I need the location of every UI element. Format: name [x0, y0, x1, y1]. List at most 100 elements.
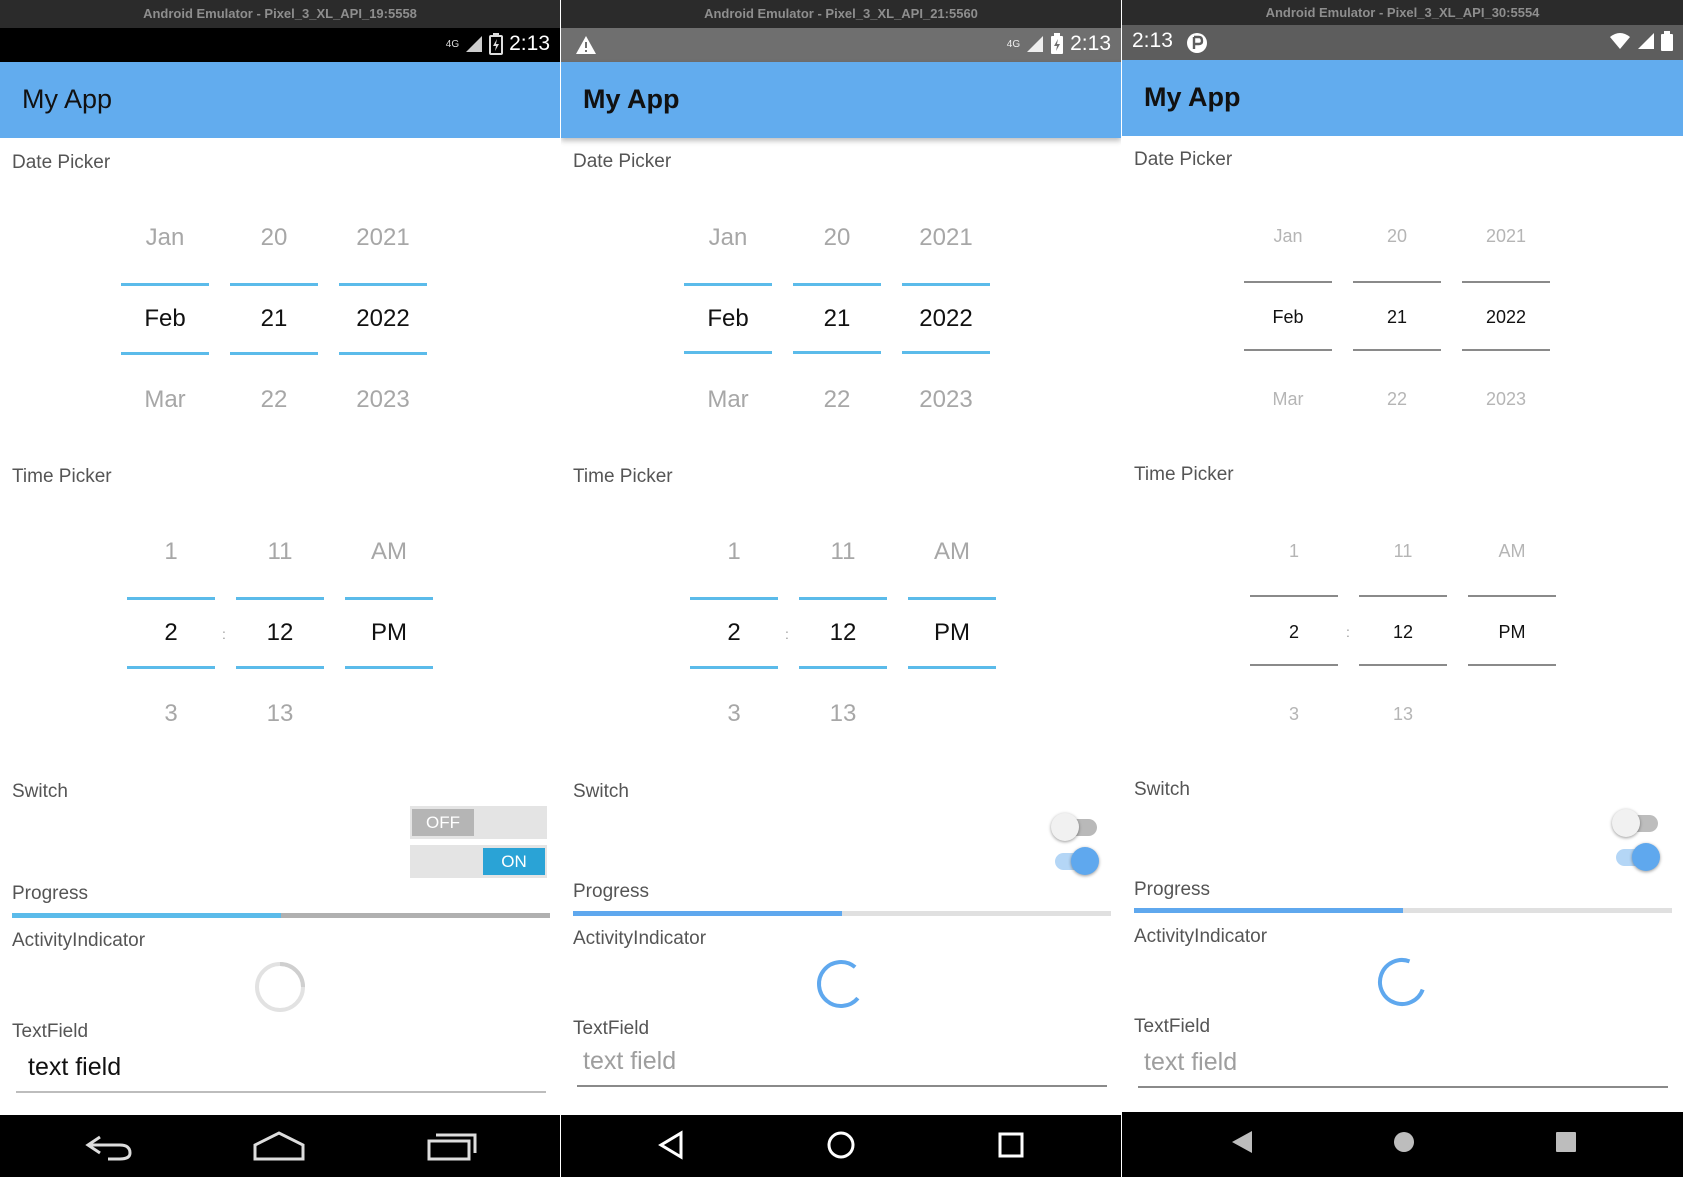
picker-divider	[1359, 664, 1447, 666]
picker-divider	[793, 351, 881, 354]
day-next[interactable]: 22	[793, 386, 881, 414]
picker-divider	[1468, 664, 1556, 666]
minute-prev[interactable]: 11	[1359, 541, 1447, 562]
minute-prev[interactable]: 11	[799, 538, 887, 566]
year-next[interactable]: 2023	[339, 386, 427, 414]
picker-divider	[902, 283, 990, 286]
hour-prev[interactable]: 1	[1250, 541, 1338, 562]
hour-next[interactable]: 3	[127, 700, 215, 728]
switch-on[interactable]	[1051, 846, 1099, 876]
minute-selected[interactable]: 12	[236, 619, 324, 647]
home-icon[interactable]	[823, 1127, 859, 1163]
day-next[interactable]: 22	[230, 386, 318, 414]
ampm-prev[interactable]: AM	[908, 538, 996, 566]
minute-next[interactable]: 13	[799, 700, 887, 728]
progress-label: Progress	[573, 881, 650, 902]
minute-selected[interactable]: 12	[799, 619, 887, 647]
date-picker-label: Date Picker	[1134, 149, 1233, 170]
day-selected[interactable]: 21	[793, 305, 881, 333]
status-time: 2:13	[509, 32, 550, 55]
recents-icon[interactable]	[426, 1127, 478, 1163]
hour-selected[interactable]: 2	[127, 619, 215, 647]
text-field-underline	[1138, 1086, 1668, 1088]
picker-divider	[339, 352, 427, 355]
month-selected[interactable]: Feb	[684, 305, 772, 333]
year-next[interactable]: 2023	[902, 386, 990, 414]
back-icon[interactable]	[653, 1127, 689, 1163]
year-selected[interactable]: 2022	[1462, 307, 1550, 328]
switch-label: Switch	[12, 781, 68, 802]
hour-selected[interactable]: 2	[1250, 622, 1338, 643]
time-picker-label: Time Picker	[573, 466, 673, 487]
network-label: 4G	[1006, 38, 1021, 50]
hour-next[interactable]: 3	[690, 700, 778, 728]
month-selected[interactable]: Feb	[121, 305, 209, 333]
month-prev[interactable]: Jan	[121, 224, 209, 252]
month-next[interactable]: Mar	[684, 386, 772, 414]
network-label: 4G	[445, 38, 460, 50]
back-icon[interactable]	[1228, 1128, 1256, 1156]
battery-icon	[489, 33, 504, 55]
minute-next[interactable]: 13	[1359, 704, 1447, 725]
progress-fill	[1134, 908, 1403, 913]
app-title: My App	[1144, 82, 1241, 112]
back-icon[interactable]	[84, 1127, 134, 1163]
switch-off[interactable]	[1051, 812, 1099, 842]
year-prev[interactable]: 2021	[902, 224, 990, 252]
year-selected[interactable]: 2022	[902, 305, 990, 333]
switch-off[interactable]	[1612, 808, 1660, 838]
switch-on[interactable]	[1612, 842, 1660, 872]
day-prev[interactable]: 20	[230, 224, 318, 252]
minute-prev[interactable]: 11	[236, 538, 324, 566]
recents-icon[interactable]	[993, 1127, 1029, 1163]
picker-divider	[690, 666, 778, 669]
month-selected[interactable]: Feb	[1244, 307, 1332, 328]
app-bar: My App	[0, 62, 560, 138]
switch-label: Switch	[573, 781, 629, 802]
year-prev[interactable]: 2021	[1462, 226, 1550, 247]
switch-thumb	[1071, 847, 1099, 875]
switch-thumb	[1632, 843, 1660, 871]
picker-divider	[793, 283, 881, 286]
nav-bar	[0, 1115, 560, 1177]
hour-prev[interactable]: 1	[690, 538, 778, 566]
ampm-selected[interactable]: PM	[908, 619, 996, 647]
minute-selected[interactable]: 12	[1359, 622, 1447, 643]
recents-icon[interactable]	[1552, 1128, 1580, 1156]
date-picker-label: Date Picker	[12, 152, 111, 173]
year-next[interactable]: 2023	[1462, 389, 1550, 410]
time-separator: :	[785, 626, 789, 642]
hour-selected[interactable]: 2	[690, 619, 778, 647]
hour-prev[interactable]: 1	[127, 538, 215, 566]
year-selected[interactable]: 2022	[339, 305, 427, 333]
text-field[interactable]: text field	[16, 1049, 546, 1093]
text-field-value: text field	[28, 1053, 122, 1081]
ampm-prev[interactable]: AM	[1468, 541, 1556, 562]
day-selected[interactable]: 21	[1353, 307, 1441, 328]
warning-icon	[576, 36, 596, 54]
home-icon[interactable]	[1390, 1128, 1418, 1156]
month-prev[interactable]: Jan	[1244, 226, 1332, 247]
hour-next[interactable]: 3	[1250, 704, 1338, 725]
progress-bar	[1134, 908, 1672, 913]
day-next[interactable]: 22	[1353, 389, 1441, 410]
day-prev[interactable]: 20	[1353, 226, 1441, 247]
month-prev[interactable]: Jan	[684, 224, 772, 252]
text-field[interactable]: text field	[1138, 1044, 1668, 1088]
year-prev[interactable]: 2021	[339, 224, 427, 252]
minute-next[interactable]: 13	[236, 700, 324, 728]
switch-on[interactable]: ON	[410, 845, 547, 878]
day-prev[interactable]: 20	[793, 224, 881, 252]
ampm-prev[interactable]: AM	[345, 538, 433, 566]
picker-divider	[1462, 281, 1550, 283]
ampm-selected[interactable]: PM	[1468, 622, 1556, 643]
month-next[interactable]: Mar	[1244, 389, 1332, 410]
day-selected[interactable]: 21	[230, 305, 318, 333]
month-next[interactable]: Mar	[121, 386, 209, 414]
signal-icon	[466, 36, 483, 52]
ampm-selected[interactable]: PM	[345, 619, 433, 647]
time-picker-label: Time Picker	[12, 466, 112, 487]
home-icon[interactable]	[252, 1127, 306, 1163]
switch-off[interactable]: OFF	[410, 806, 547, 839]
text-field[interactable]: text field	[577, 1043, 1107, 1087]
